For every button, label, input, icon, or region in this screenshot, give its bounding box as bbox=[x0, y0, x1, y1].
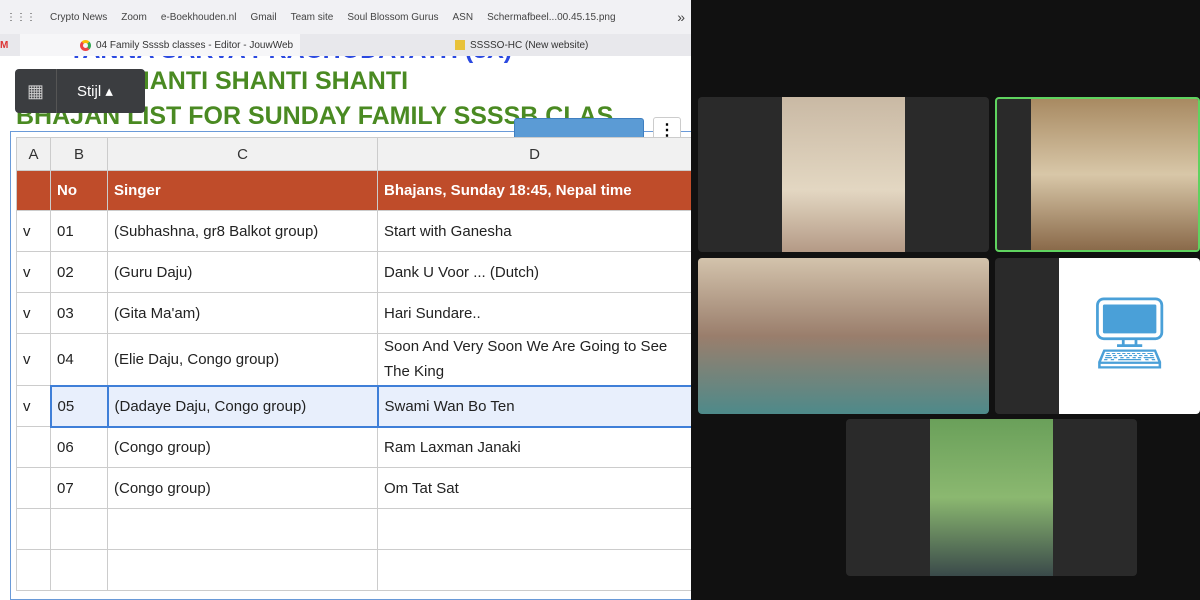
table-cell[interactable]: v bbox=[16, 210, 51, 252]
column-header[interactable]: D bbox=[377, 137, 692, 171]
participant-video[interactable] bbox=[698, 258, 989, 414]
table-cell[interactable]: Swami Wan Bo Ten bbox=[376, 384, 693, 428]
table-cell[interactable]: (Elie Daju, Congo group) bbox=[107, 333, 378, 386]
table-cell[interactable] bbox=[16, 426, 51, 468]
participant-video[interactable] bbox=[698, 97, 989, 252]
table-cell[interactable] bbox=[16, 467, 51, 509]
column-header[interactable]: A bbox=[16, 137, 51, 171]
header-cell[interactable]: Singer bbox=[107, 170, 378, 211]
participant-video-active[interactable] bbox=[995, 97, 1200, 252]
table-cell[interactable]: v bbox=[16, 333, 51, 386]
table-cell[interactable]: (Subhashna, gr8 Balkot group) bbox=[107, 210, 378, 252]
gmail-icon[interactable]: M bbox=[0, 34, 18, 56]
table-cell[interactable] bbox=[50, 549, 108, 591]
table-cell[interactable] bbox=[377, 549, 692, 591]
table-row bbox=[16, 549, 692, 591]
table-icon[interactable]: ▦ bbox=[15, 69, 57, 113]
table-cell[interactable]: 02 bbox=[50, 251, 108, 293]
table-cell[interactable]: Hari Sundare.. bbox=[377, 292, 692, 334]
table-cell[interactable]: 06 bbox=[50, 426, 108, 468]
bookmark[interactable]: ASN bbox=[453, 12, 474, 23]
table-row: v 04 (Elie Daju, Congo group) Soon And Very… bbox=[16, 333, 692, 386]
table-cell[interactable]: Start with Ganesha bbox=[377, 210, 692, 252]
tab-sssso[interactable]: SSSSO-HC (New website) bbox=[455, 34, 588, 56]
table-cell[interactable]: (Gita Ma'am) bbox=[107, 292, 378, 334]
table-cell[interactable]: (Congo group) bbox=[107, 467, 378, 509]
heading-shanti: SHANTI SHANTI SHANTI bbox=[115, 67, 409, 95]
bookmark[interactable]: e-Boekhouden.nl bbox=[161, 12, 237, 23]
column-header[interactable]: C bbox=[107, 137, 378, 171]
table-row: 06 (Congo group) Ram Laxman Janaki bbox=[16, 426, 692, 468]
style-button[interactable]: Stijl ▴ bbox=[57, 82, 113, 100]
tab-editor[interactable]: 04 Family Ssssb classes - Editor - JouwW… bbox=[20, 34, 300, 56]
bhajan-table: A B C D No Singer Bhajans, Sunday 18:45,… bbox=[16, 137, 693, 591]
video-call-panel: 🖥 bbox=[691, 0, 1200, 600]
table-row: 07 (Congo group) Om Tat Sat bbox=[16, 467, 692, 509]
table-cell[interactable]: v bbox=[16, 251, 51, 293]
tab-label: 04 Family Ssssb classes - Editor - JouwW… bbox=[96, 39, 294, 51]
tab-label: SSSSO-HC (New website) bbox=[470, 39, 589, 51]
participant-video[interactable] bbox=[846, 419, 1137, 576]
bookmark[interactable]: Soul Blossom Gurus bbox=[347, 12, 438, 23]
table-row: v 01 (Subhashna, gr8 Balkot group) Start wi… bbox=[16, 210, 692, 252]
table-cell[interactable]: Ram Laxman Janaki bbox=[377, 426, 692, 468]
chrome-icon bbox=[80, 39, 91, 51]
table-row: v 03 (Gita Ma'am) Hari Sundare.. bbox=[16, 292, 692, 334]
table-cell[interactable] bbox=[16, 508, 51, 550]
table-cell[interactable] bbox=[107, 508, 378, 550]
table-cell[interactable] bbox=[16, 549, 51, 591]
header-cell[interactable]: Bhajans, Sunday 18:45, Nepal time bbox=[377, 170, 692, 211]
bookmark[interactable]: Schermafbeel...00.45.15.png bbox=[487, 12, 615, 23]
site-icon bbox=[455, 40, 465, 50]
table-cell[interactable] bbox=[377, 508, 692, 550]
table-cell[interactable] bbox=[50, 508, 108, 550]
table-cell[interactable]: 05 bbox=[49, 384, 109, 428]
bookmarks-bar: ⋮⋮⋮ Crypto News Zoom e-Boekhouden.nl Gma… bbox=[0, 0, 691, 34]
bookmark[interactable]: Gmail bbox=[250, 12, 276, 23]
bookmark[interactable]: Crypto News bbox=[50, 12, 107, 23]
table-cell[interactable]: (Congo group) bbox=[107, 426, 378, 468]
table-toolbar: ▦ Stijl ▴ bbox=[15, 69, 145, 113]
table-cell[interactable]: Om Tat Sat bbox=[377, 467, 692, 509]
tab-strip: M 04 Family Ssssb classes - Editor - Jou… bbox=[0, 34, 691, 56]
table-cell[interactable]: v bbox=[16, 385, 51, 427]
table-cell[interactable]: v bbox=[16, 292, 51, 334]
table-row: v 02 (Guru Daju) Dank U Voor ... (Dutch) bbox=[16, 251, 692, 293]
participant-video[interactable]: 🖥 bbox=[995, 258, 1200, 414]
column-letters: A B C D bbox=[16, 137, 692, 171]
table-header-row: No Singer Bhajans, Sunday 18:45, Nepal t… bbox=[16, 170, 692, 211]
table-cell[interactable]: 04 bbox=[50, 333, 108, 386]
table-cell[interactable]: 01 bbox=[50, 210, 108, 252]
table-cell[interactable]: (Dadaye Daju, Congo group) bbox=[106, 384, 379, 428]
table-cell[interactable]: Soon And Very Soon We Are Going to See T… bbox=[377, 333, 692, 386]
bookmark[interactable]: Zoom bbox=[121, 12, 147, 23]
table-cell[interactable]: 07 bbox=[50, 467, 108, 509]
table-row bbox=[16, 508, 692, 550]
more-bookmarks-icon[interactable]: » bbox=[677, 9, 685, 25]
table-cell[interactable]: (Guru Daju) bbox=[107, 251, 378, 293]
bookmark[interactable]: Team site bbox=[291, 12, 334, 23]
column-header[interactable]: B bbox=[50, 137, 108, 171]
table-row: v 05 (Dadaye Daju, Congo group) Swami Wan B… bbox=[16, 384, 693, 428]
table-cell[interactable]: 03 bbox=[50, 292, 108, 334]
apps-icon[interactable]: ⋮⋮⋮ bbox=[6, 12, 36, 23]
computer-cartoon-icon: 🖥 bbox=[1059, 258, 1200, 414]
header-cell[interactable] bbox=[16, 170, 51, 211]
table-cell[interactable] bbox=[107, 549, 378, 591]
header-cell[interactable]: No bbox=[50, 170, 108, 211]
table-cell[interactable]: Dank U Voor ... (Dutch) bbox=[377, 251, 692, 293]
